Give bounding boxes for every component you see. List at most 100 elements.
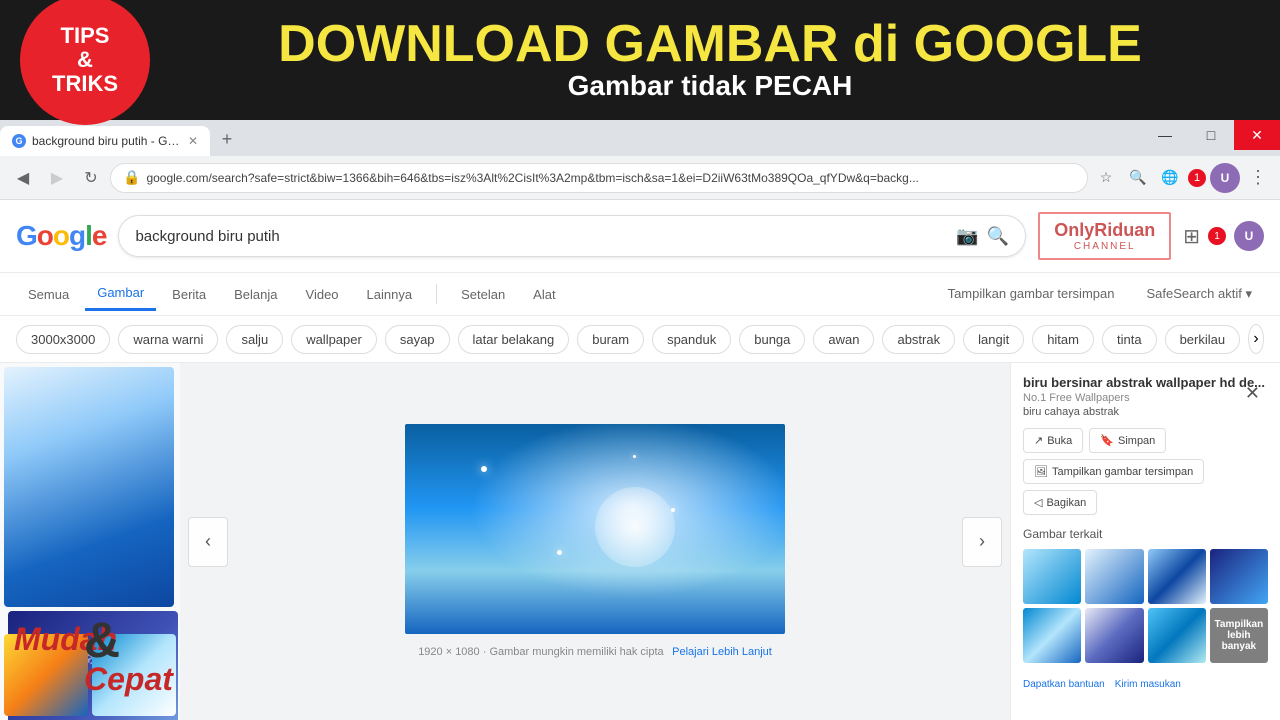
related-thumb-5[interactable]: [1023, 608, 1081, 663]
minimize-button[interactable]: —: [1142, 120, 1188, 150]
open-button[interactable]: ↗ Buka: [1023, 428, 1083, 453]
menu-icon[interactable]: ⋮: [1244, 164, 1272, 192]
sparkle-effect: [595, 487, 675, 567]
tab-video[interactable]: Video: [294, 279, 351, 310]
cepat-text-overlay: Cepat: [84, 661, 173, 698]
related-images-title: Gambar terkait: [1023, 527, 1268, 541]
chip-spanduk[interactable]: spanduk: [652, 325, 731, 354]
forward-button[interactable]: ▶: [42, 163, 72, 193]
profile-avatar[interactable]: U: [1210, 163, 1240, 193]
maximize-button[interactable]: □: [1188, 120, 1234, 150]
get-help-link[interactable]: Dapatkan bantuan: [1023, 679, 1105, 690]
tab-lainnya[interactable]: Lainnya: [355, 279, 425, 310]
related-thumb-1[interactable]: [1023, 549, 1081, 604]
pelajari-link[interactable]: Pelajari Lebih Lanjut: [672, 646, 772, 658]
chips-next-button[interactable]: ›: [1248, 324, 1264, 354]
safesearch-link[interactable]: SafeSearch aktif ▾: [1134, 278, 1264, 310]
tab-setelan[interactable]: Setelan: [449, 279, 517, 310]
sparkle-dot-1: [481, 466, 487, 472]
overlay-image-area: ‹ 1920 × 1080 · Gambar mungkin memiliki …: [180, 363, 1010, 720]
onlyriduan-name: OnlyRiduan: [1054, 220, 1155, 241]
bookmark-icon[interactable]: ☆: [1092, 164, 1120, 192]
related-images-grid: Tampilkan lebih banyak: [1023, 549, 1268, 663]
chip-salju[interactable]: salju: [226, 325, 283, 354]
top-banner: TIPS & TRIKS DOWNLOAD GAMBAR di GOOGLE G…: [0, 0, 1280, 120]
overlay-header: biru bersinar abstrak wallpaper hd de...…: [1023, 375, 1268, 428]
tab-semua[interactable]: Semua: [16, 279, 81, 310]
window-controls: — □ ✕: [1142, 120, 1280, 156]
related-thumb-7[interactable]: [1148, 608, 1206, 663]
sparkle-dot-4: [633, 455, 636, 458]
search-box[interactable]: background biru putih 📷 🔍: [118, 215, 1026, 257]
update-icon[interactable]: 🌐: [1156, 164, 1184, 192]
chip-abstrak[interactable]: abstrak: [882, 325, 955, 354]
sparkle-dot-2: [671, 508, 675, 512]
tab-bar: G background biru putih - Google Search …: [0, 120, 1280, 156]
apps-grid-icon[interactable]: ⊞: [1183, 224, 1200, 249]
chip-warna-warni[interactable]: warna warni: [118, 325, 218, 354]
banner-sub-title: Gambar tidak PECAH: [140, 70, 1280, 102]
nav-right-links: Tampilkan gambar tersimpan SafeSearch ak…: [936, 278, 1264, 310]
google-content: Google background biru putih 📷 🔍 OnlyRid…: [0, 200, 1280, 720]
save-button[interactable]: 🔖 Simpan: [1089, 428, 1166, 453]
chip-hitam[interactable]: hitam: [1032, 325, 1094, 354]
banner-main-title: DOWNLOAD GAMBAR di GOOGLE: [140, 18, 1280, 70]
show-more-label: Tampilkan lebih banyak: [1214, 619, 1264, 652]
url-bar[interactable]: 🔒 google.com/search?safe=strict&biw=1366…: [110, 163, 1088, 193]
banner-title-block: DOWNLOAD GAMBAR di GOOGLE Gambar tidak P…: [0, 18, 1280, 102]
image-caption-area: 1920 × 1080 · Gambar mungkin memiliki ha…: [418, 642, 772, 660]
chip-awan[interactable]: awan: [813, 325, 874, 354]
tab-close-icon[interactable]: ✕: [188, 134, 198, 148]
chip-bunga[interactable]: bunga: [739, 325, 805, 354]
tab-berita[interactable]: Berita: [160, 279, 218, 310]
save-label: Simpan: [1118, 435, 1155, 447]
share-icon: ◁: [1034, 496, 1042, 509]
related-thumb-3[interactable]: [1148, 549, 1206, 604]
reload-button[interactable]: ↻: [76, 163, 106, 193]
header-profile-avatar[interactable]: U: [1234, 221, 1264, 251]
show-saved-button[interactable]: 🖼 Tampilkan gambar tersimpan: [1023, 459, 1204, 484]
show-more-button[interactable]: Tampilkan lebih banyak: [1210, 608, 1268, 663]
tab-alat[interactable]: Alat: [521, 279, 567, 310]
left-image-1[interactable]: [4, 367, 174, 607]
active-tab[interactable]: G background biru putih - Google Search …: [0, 126, 210, 156]
chip-langit[interactable]: langit: [963, 325, 1024, 354]
header-notification-badge[interactable]: 1: [1208, 227, 1226, 245]
overlay-close-button[interactable]: ✕: [1245, 383, 1260, 404]
triks-text: TRIKS: [52, 72, 118, 96]
chip-latar-belakang[interactable]: latar belakang: [458, 325, 570, 354]
close-button[interactable]: ✕: [1234, 120, 1280, 150]
main-preview-image: [405, 424, 785, 634]
notification-badge[interactable]: 1: [1188, 169, 1206, 187]
next-image-button[interactable]: ›: [962, 517, 1002, 567]
related-thumb-4[interactable]: [1210, 549, 1268, 604]
chip-3000x3000[interactable]: 3000x3000: [16, 325, 110, 354]
tab-favicon: G: [12, 134, 26, 148]
camera-search-icon[interactable]: 📷: [956, 226, 978, 247]
chip-berkilau[interactable]: berkilau: [1165, 325, 1241, 354]
prev-image-button[interactable]: ‹: [188, 517, 228, 567]
related-thumb-6[interactable]: [1085, 608, 1143, 663]
tab-gambar[interactable]: Gambar: [85, 277, 156, 311]
chip-tinta[interactable]: tinta: [1102, 325, 1157, 354]
nav-divider: [436, 284, 437, 304]
tips-ampersand: &: [77, 48, 93, 72]
search-submit-icon[interactable]: 🔍: [987, 226, 1009, 247]
share-label: Bagikan: [1046, 497, 1086, 509]
chip-buram[interactable]: buram: [577, 325, 644, 354]
overlay-description: biru cahaya abstrak: [1023, 406, 1268, 418]
address-bar: ◀ ▶ ↻ 🔒 google.com/search?safe=strict&bi…: [0, 156, 1280, 200]
tab-belanja[interactable]: Belanja: [222, 279, 289, 310]
chip-wallpaper[interactable]: wallpaper: [291, 325, 377, 354]
saved-images-link[interactable]: Tampilkan gambar tersimpan: [936, 278, 1127, 310]
url-text: google.com/search?safe=strict&biw=1366&b…: [146, 171, 1075, 185]
share-button[interactable]: ◁ Bagikan: [1023, 490, 1097, 515]
send-feedback-link[interactable]: Kirim masukan: [1115, 679, 1181, 690]
extension-icon[interactable]: 🔍: [1124, 164, 1152, 192]
new-tab-button[interactable]: +: [214, 126, 240, 152]
back-button[interactable]: ◀: [8, 163, 38, 193]
related-thumb-2[interactable]: [1085, 549, 1143, 604]
sparkle-dot-3: [557, 550, 562, 555]
tips-circle: TIPS & TRIKS: [20, 0, 150, 125]
chip-sayap[interactable]: sayap: [385, 325, 450, 354]
